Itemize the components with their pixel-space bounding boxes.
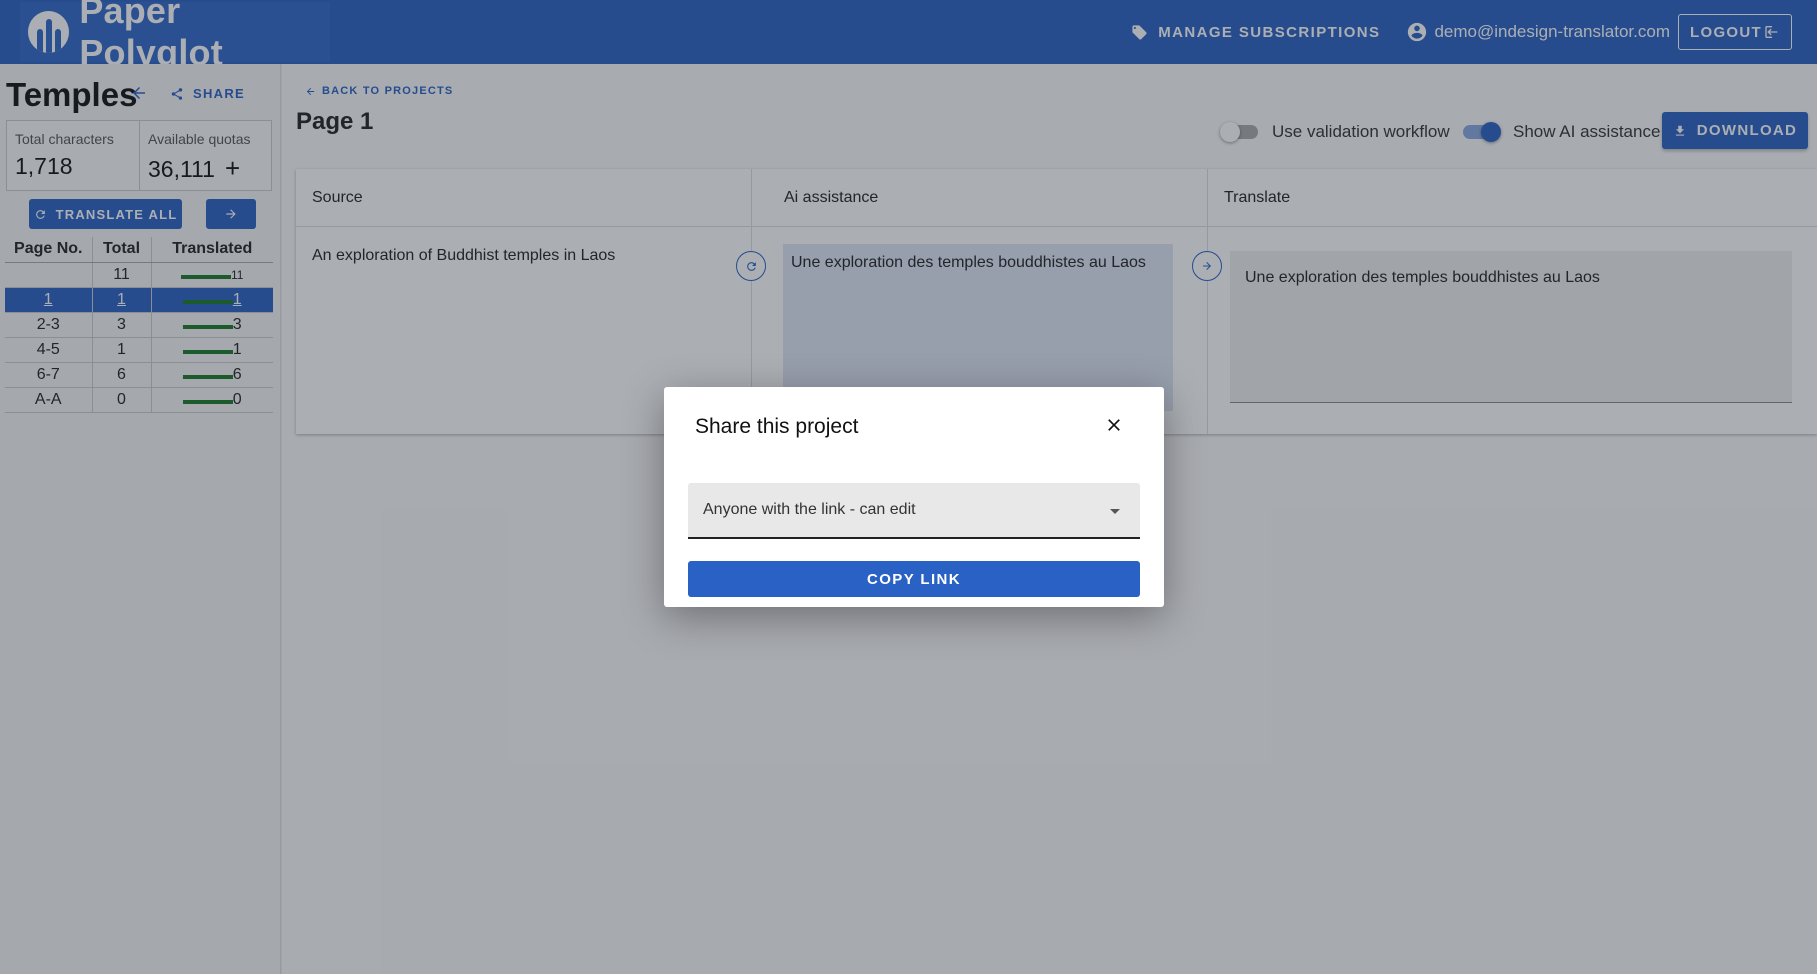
share-permission-select[interactable]: Anyone with the link - can edit bbox=[688, 483, 1140, 539]
chevron-down-icon bbox=[1110, 509, 1120, 514]
dialog-title: Share this project bbox=[695, 415, 859, 438]
copy-link-label: COPY LINK bbox=[866, 570, 961, 588]
share-dialog: Share this project Anyone with the link … bbox=[664, 387, 1164, 607]
copy-link-button[interactable]: COPY LINK bbox=[688, 561, 1140, 597]
share-permission-value: Anyone with the link - can edit bbox=[703, 501, 916, 518]
close-icon[interactable] bbox=[1104, 415, 1124, 435]
